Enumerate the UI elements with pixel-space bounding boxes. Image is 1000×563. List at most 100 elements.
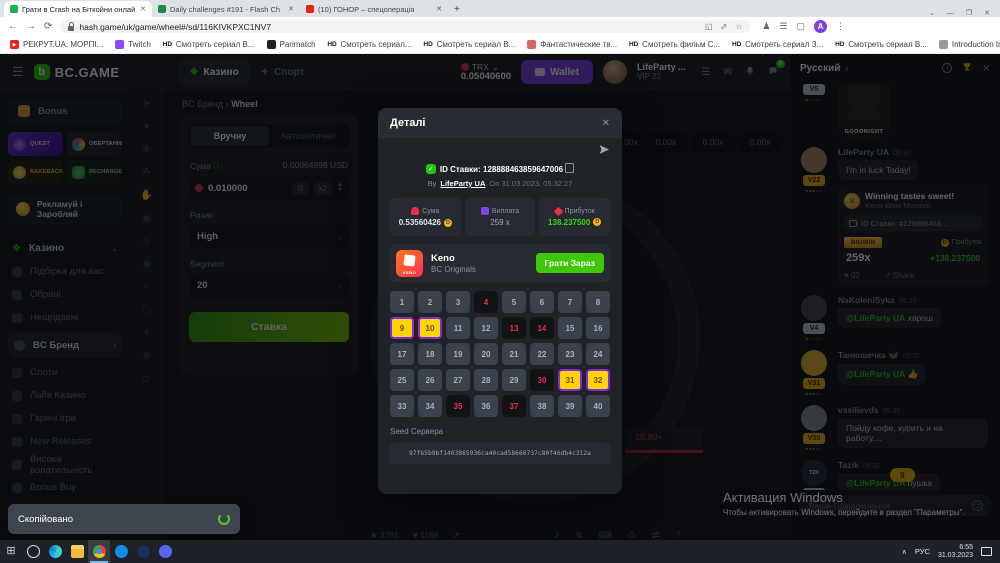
- address-bar[interactable]: hash.game/uk/game/wheel#/sd/116KIVKPXC1N…: [60, 20, 750, 33]
- bookmark-item[interactable]: HDСмотреть сериал...: [328, 40, 412, 49]
- tray-expand-icon[interactable]: ∧: [902, 548, 907, 556]
- bookmark-star-icon[interactable]: ☆: [735, 22, 742, 31]
- stat-value: 0.53560426D: [399, 218, 452, 227]
- discord-icon[interactable]: [154, 540, 176, 563]
- bet-author-link[interactable]: LifeParty UA: [440, 179, 485, 188]
- modal-close-icon[interactable]: ✕: [602, 118, 610, 129]
- modal-header: Деталі ✕: [378, 108, 622, 138]
- bookmark-item[interactable]: Parimatch: [267, 40, 316, 49]
- tab-close-icon[interactable]: ✕: [436, 5, 442, 13]
- bookmark-label: РЕКРУТ.UA: МОРПІ...: [23, 40, 103, 49]
- hd-favicon: HD: [163, 40, 172, 49]
- tab-title: Daily challenges #191 - Flash Ch: [170, 5, 284, 14]
- bookmark-label: Смотреть сериал В...: [437, 40, 516, 49]
- bookmark-label: Смотреть сериал В...: [176, 40, 255, 49]
- keno-cell: 39: [558, 395, 582, 417]
- bookmark-label: Смотреть сериал З...: [745, 40, 823, 49]
- browser-tab[interactable]: Грати в Crash на Біткойни онлай✕: [4, 1, 152, 17]
- side-panel-icon[interactable]: ▢: [797, 21, 806, 32]
- screenshot-icon[interactable]: ◱: [705, 22, 713, 31]
- keno-cell: 23: [558, 343, 582, 365]
- keno-cell: 29: [502, 369, 526, 391]
- stat-label: Прибуток: [565, 208, 595, 215]
- taskbar-clock[interactable]: 6:55 31.03.2023: [938, 544, 973, 560]
- keyboard-language[interactable]: РУС: [915, 547, 930, 556]
- browser-tab[interactable]: Daily challenges #191 - Flash Ch ✕: [152, 1, 300, 17]
- search-button[interactable]: [22, 540, 44, 563]
- edge-icon[interactable]: [44, 540, 66, 563]
- start-button[interactable]: ⊞: [0, 540, 22, 563]
- keno-cell: 1: [390, 291, 414, 313]
- game-provider: BC Originals: [431, 265, 476, 274]
- server-seed-value[interactable]: 97f65b9bf1403865936ca40cad58660737c80f46…: [390, 442, 610, 464]
- reading-list-icon[interactable]: ☰: [779, 21, 787, 32]
- keno-cell: 30: [530, 369, 554, 391]
- window-restore-button[interactable]: ❐: [966, 9, 972, 17]
- browser-toolbar: ← → ⟳ hash.game/uk/game/wheel#/sd/116KIV…: [0, 17, 1000, 36]
- file-explorer-icon[interactable]: [66, 540, 88, 563]
- server-seed-label: Seed Сервера: [390, 427, 610, 436]
- stat-number: 259 x: [490, 218, 510, 227]
- reload-button[interactable]: ⟳: [44, 21, 52, 32]
- new-tab-button[interactable]: +: [454, 4, 460, 15]
- amount-icon: [411, 207, 419, 215]
- forward-button[interactable]: →: [26, 21, 36, 32]
- bookmark-item[interactable]: HDСмотреть сериал В...: [835, 40, 927, 49]
- windows-taskbar: ⊞ ∧ РУС 6:55 31.03.2023: [0, 540, 1000, 563]
- keno-cell: 21: [502, 343, 526, 365]
- bookmark-item[interactable]: HDСмотреть фильм С...: [629, 40, 720, 49]
- keno-cell: 14: [530, 317, 554, 339]
- bookmark-item[interactable]: Twitch: [115, 40, 151, 49]
- twitch-favicon: [115, 40, 124, 49]
- bookmark-item[interactable]: HD Смотреть сериал В...: [163, 40, 255, 49]
- back-button[interactable]: ←: [8, 21, 18, 32]
- tab-close-icon[interactable]: ✕: [288, 5, 294, 13]
- keno-cell: 15: [558, 317, 582, 339]
- window-close-button[interactable]: ✕: [984, 9, 990, 17]
- window-chevron-icon[interactable]: ⌄: [929, 9, 935, 17]
- game-card: KENO Keno BC Originals Грати Зараз: [390, 244, 610, 282]
- keno-cell: 28: [474, 369, 498, 391]
- bookmark-item[interactable]: HDСмотреть сериал В...: [424, 40, 516, 49]
- tab-title: (10) ГОНОР – спецоперація: [318, 5, 432, 14]
- keno-cell: 36: [474, 395, 498, 417]
- keno-cell: 38: [530, 395, 554, 417]
- keno-cell: 40: [586, 395, 610, 417]
- notification-center-icon[interactable]: [981, 547, 992, 556]
- bookmark-label: Parimatch: [280, 40, 316, 49]
- chrome-icon[interactable]: [88, 540, 110, 563]
- coin-icon: D: [444, 219, 452, 227]
- keno-cell: 31: [558, 369, 582, 391]
- browser-profile-avatar[interactable]: A: [814, 20, 827, 33]
- stat-label: Виплата: [492, 208, 519, 215]
- keno-cell: 33: [390, 395, 414, 417]
- bookmark-item[interactable]: Introduction to DeF...: [939, 40, 1000, 49]
- bet-stat-amount: Сума0.53560426D: [390, 198, 461, 236]
- keno-cell: 24: [586, 343, 610, 365]
- tab-close-icon[interactable]: ✕: [140, 5, 146, 13]
- bookmark-item[interactable]: HDСмотреть сериал З...: [732, 40, 823, 49]
- teamviewer-icon[interactable]: [110, 540, 132, 563]
- copy-icon[interactable]: [567, 165, 574, 173]
- extensions-icon[interactable]: ♟: [762, 21, 770, 32]
- keno-cell: 22: [530, 343, 554, 365]
- stat-value: 138.237500D: [548, 218, 601, 227]
- play-now-button[interactable]: Грати Зараз: [536, 253, 604, 273]
- browser-tab[interactable]: (10) ГОНОР – спецоперація ✕: [300, 1, 448, 17]
- keno-cell: 9: [390, 317, 414, 339]
- window-minimize-button[interactable]: —: [947, 10, 954, 17]
- bet-stat-profit: Прибуток 138.237500D: [539, 198, 610, 236]
- payout-icon: [481, 207, 489, 215]
- share-icon[interactable]: ⬀: [721, 22, 728, 31]
- bet-stat-payout: Виплата 259 x: [465, 198, 536, 236]
- url-text[interactable]: hash.game/uk/game/wheel#/sd/116KIVKPXC1N…: [79, 22, 271, 32]
- ssl-lock-icon: [68, 26, 74, 31]
- keno-cell: 8: [586, 291, 610, 313]
- bookmark-item[interactable]: Фантастические тв...: [527, 40, 617, 49]
- bet-datetime: On 31.03.2023, 05:32:27: [489, 179, 572, 188]
- share-bet-icon[interactable]: [598, 144, 610, 162]
- steam-icon[interactable]: [132, 540, 154, 563]
- keno-cell: 13: [502, 317, 526, 339]
- bookmark-item[interactable]: ▶РЕКРУТ.UA: МОРПІ...: [10, 40, 103, 49]
- browser-menu-icon[interactable]: ⋮: [836, 21, 845, 32]
